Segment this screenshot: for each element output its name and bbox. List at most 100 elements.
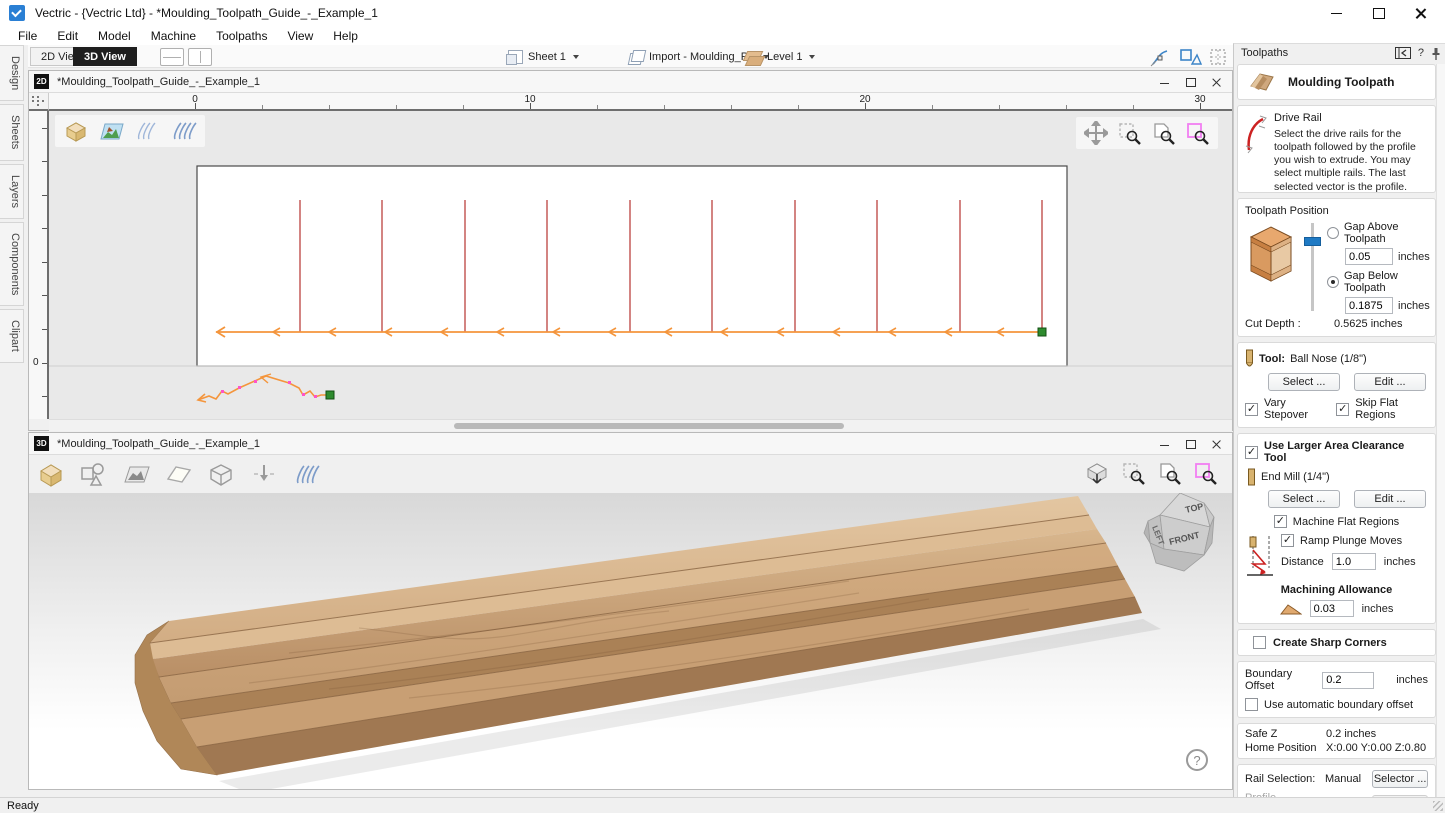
zoom-box-icon[interactable] — [1194, 461, 1218, 485]
menu-file[interactable]: File — [8, 27, 47, 45]
pan-icon[interactable] — [1084, 121, 1108, 145]
resize-grip[interactable] — [1433, 801, 1443, 811]
isometric-view-icon[interactable] — [1084, 461, 1110, 487]
rail-selection-value: Manual — [1325, 773, 1367, 785]
toolpath-preview-icon[interactable] — [135, 119, 161, 143]
3d-close-button[interactable] — [1212, 439, 1222, 449]
sidebar-tab-layers[interactable]: Layers — [0, 164, 24, 219]
component-preview-icon[interactable] — [123, 462, 151, 486]
2d-window-titlebar[interactable]: 2D *Moulding_Toolpath_Guide_-_Example_1 — [29, 71, 1232, 93]
zoom-box-icon[interactable] — [1186, 121, 1210, 145]
vary-stepover-checkbox[interactable]: ✓ — [1245, 403, 1258, 416]
material-block-icon[interactable] — [63, 119, 89, 143]
3d-window-titlebar[interactable]: 3D *Moulding_Toolpath_Guide_-_Example_1 — [29, 433, 1232, 455]
toolpath-position-label: Toolpath Position — [1245, 205, 1428, 217]
2d-minimize-button[interactable] — [1160, 77, 1170, 87]
ruler-origin-button[interactable] — [29, 93, 49, 111]
2d-maximize-button[interactable] — [1186, 77, 1196, 87]
horizontal-ruler: 0 10 20 30 — [49, 93, 1232, 111]
toolpath-preview-2-icon[interactable] — [171, 119, 197, 143]
zoom-selection-icon[interactable] — [1118, 121, 1142, 145]
profile-sketch[interactable] — [198, 374, 334, 402]
drive-rail-section: Drive Rail Select the drive rails for th… — [1237, 105, 1436, 193]
pin-icon[interactable] — [1431, 47, 1441, 60]
machine-flat-regions-checkbox[interactable]: ✓ — [1274, 515, 1287, 528]
toolpath-preview-icon[interactable] — [293, 461, 321, 487]
rail-selector-button[interactable]: Selector ... — [1372, 770, 1428, 788]
use-clearance-tool-checkbox[interactable]: ✓ — [1245, 446, 1258, 459]
machining-allowance-input[interactable] — [1310, 600, 1354, 617]
material-box-icon[interactable] — [207, 461, 235, 487]
2d-canvas[interactable] — [49, 111, 1232, 419]
position-slider-handle[interactable] — [1304, 237, 1321, 246]
units-label: inches — [1398, 300, 1430, 312]
tool-edit-button[interactable]: Edit ... — [1354, 373, 1426, 391]
menu-help[interactable]: Help — [323, 27, 368, 45]
menu-edit[interactable]: Edit — [47, 27, 88, 45]
window-title: Vectric - {Vectric Ltd} - *Moulding_Tool… — [35, 6, 378, 20]
sharp-corners-checkbox[interactable] — [1253, 636, 1266, 649]
profile-end-node[interactable] — [326, 391, 334, 399]
tool-select-button[interactable]: Select ... — [1268, 373, 1340, 391]
3d-minimize-button[interactable] — [1160, 439, 1170, 449]
drive-rail-icon — [1245, 114, 1269, 154]
flat-plane-icon[interactable] — [165, 462, 193, 486]
split-vertical-icon[interactable] — [188, 48, 212, 66]
home-position-label: Home Position — [1245, 742, 1321, 754]
draw-vectors-icon[interactable] — [79, 461, 109, 487]
tab-3d-view[interactable]: 3D View — [73, 47, 137, 66]
gap-above-input[interactable] — [1345, 248, 1393, 265]
rail-end-node[interactable] — [1038, 328, 1046, 336]
panel-help-icon[interactable]: ? — [1418, 47, 1424, 59]
zoom-selection-icon[interactable] — [1122, 461, 1146, 485]
boundary-offset-input[interactable] — [1322, 672, 1374, 689]
3d-maximize-button[interactable] — [1186, 439, 1196, 449]
sidebar-tab-design[interactable]: Design — [0, 45, 24, 101]
distance-input[interactable] — [1332, 553, 1376, 570]
menu-view[interactable]: View — [277, 27, 323, 45]
sidebar-tab-sheets[interactable]: Sheets — [0, 104, 24, 160]
menu-machine[interactable]: Machine — [141, 27, 206, 45]
geometry-snap-icon[interactable] — [1178, 47, 1202, 67]
maximize-button[interactable] — [1373, 7, 1385, 19]
zoom-fit-icon[interactable] — [1158, 461, 1182, 485]
grid-snap-icon[interactable] — [1208, 47, 1228, 67]
gap-below-input[interactable] — [1345, 297, 1393, 314]
clearance-edit-button[interactable]: Edit ... — [1354, 490, 1426, 508]
auto-boundary-checkbox[interactable] — [1245, 698, 1258, 711]
menu-model[interactable]: Model — [88, 27, 141, 45]
close-button[interactable] — [1415, 7, 1427, 19]
2d-close-button[interactable] — [1212, 77, 1222, 87]
gap-below-radio[interactable] — [1327, 276, 1339, 288]
drill-origin-icon[interactable] — [249, 461, 279, 487]
ramp-plunge-checkbox[interactable]: ✓ — [1281, 534, 1294, 547]
drive-rail-title: Drive Rail — [1274, 112, 1432, 124]
sidebar-tab-components[interactable]: Components — [0, 222, 24, 306]
clearance-select-button[interactable]: Select ... — [1268, 490, 1340, 508]
node-snap-icon[interactable] — [1150, 47, 1172, 67]
material-block-icon[interactable] — [37, 461, 65, 487]
3d-canvas[interactable]: TOP LEFT FRONT ? — [29, 493, 1232, 789]
2d-horizontal-scrollbar[interactable] — [49, 419, 1232, 431]
menu-toolpaths[interactable]: Toolpaths — [206, 27, 277, 45]
panel-scrollbar[interactable] — [1436, 64, 1445, 797]
scrollbar-thumb[interactable] — [454, 423, 844, 429]
gap-above-radio[interactable] — [1327, 227, 1339, 239]
level-dropdown[interactable]: Level 1 — [745, 47, 815, 66]
ball-nose-tool-icon — [1245, 349, 1254, 369]
component-preview-icon[interactable] — [99, 120, 125, 142]
sheet-dropdown[interactable]: Sheet 1 — [508, 47, 579, 66]
sidebar-tab-clipart[interactable]: Clipart — [0, 309, 24, 363]
collapse-panel-icon[interactable] — [1395, 47, 1411, 59]
skip-flat-regions-checkbox[interactable]: ✓ — [1336, 403, 1349, 416]
zoom-fit-icon[interactable] — [1152, 121, 1176, 145]
position-slider[interactable] — [1305, 221, 1319, 313]
boundary-offset-label: Boundary Offset — [1245, 668, 1314, 692]
2d-drawing — [49, 111, 1232, 419]
view-cube[interactable]: TOP LEFT FRONT — [1140, 493, 1220, 577]
tool-section: Tool: Ball Nose (1/8") Select ... Edit .… — [1237, 342, 1436, 428]
split-horizontal-icon[interactable] — [160, 48, 184, 66]
minimize-button[interactable] — [1331, 7, 1343, 19]
help-button[interactable]: ? — [1186, 749, 1208, 771]
sheet-dropdown-label: Sheet 1 — [528, 51, 566, 63]
